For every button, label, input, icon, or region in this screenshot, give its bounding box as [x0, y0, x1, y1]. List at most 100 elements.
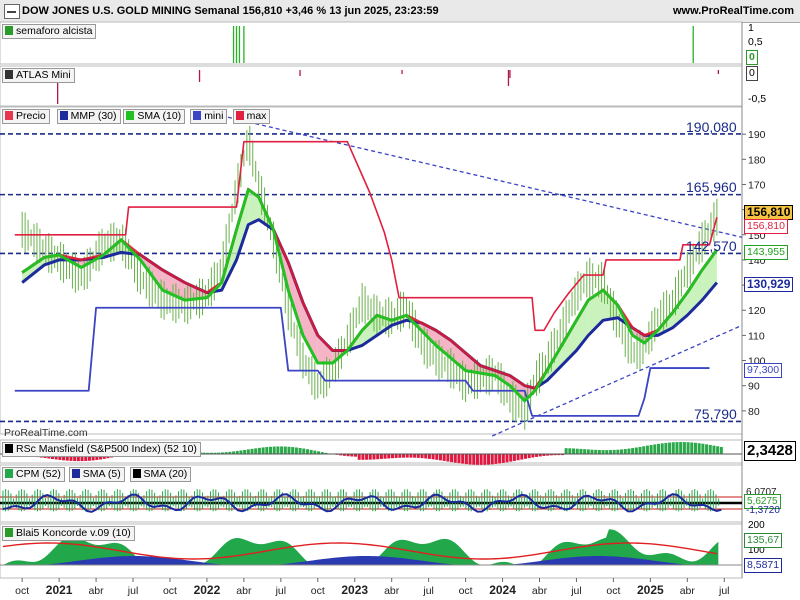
x-tick-label: oct [15, 585, 29, 597]
rsc-bar [612, 449, 616, 454]
rsc-bar [250, 448, 254, 454]
price-legend-item-0[interactable]: Precio [2, 109, 50, 124]
rsc-bar [365, 454, 369, 460]
cpm-legend-item-2[interactable]: SMA (20) [129, 467, 192, 482]
rsc-bar [575, 448, 579, 454]
rsc-bar [693, 442, 697, 454]
rsc-bar [372, 454, 376, 460]
x-tick-label: oct [311, 585, 325, 597]
rsc-bar [597, 449, 601, 454]
semaforo-label-text: semaforo alcista [16, 25, 93, 37]
legend-swatch [59, 111, 68, 120]
rsc-bar [627, 448, 631, 454]
rsc-bar [475, 454, 479, 465]
rsc-bar [527, 454, 531, 459]
rsc-bar [601, 450, 605, 454]
semaforo-badge: 0 [746, 50, 758, 65]
rsc-bar [431, 454, 435, 460]
x-tick-label: jul [422, 585, 434, 597]
rsc-bar [357, 454, 361, 460]
x-tick-label: jul [275, 585, 287, 597]
rsc-bar [269, 446, 273, 454]
level-label-142: 142,570 [686, 238, 737, 254]
rsc-bar [461, 454, 465, 464]
rsc-bar [416, 454, 420, 458]
rsc-bar [660, 443, 664, 454]
rsc-bar [305, 449, 309, 454]
x-tick-label: 2025 [637, 583, 664, 597]
x-tick-label: jul [718, 585, 730, 597]
legend-text: SMA (10) [137, 110, 182, 122]
rsc-bar [505, 454, 509, 463]
time-axis: oct 2021 abr jul oct 2022 abr jul oct 2023 abr jul o… [15, 578, 730, 597]
rsc-bar [620, 449, 624, 454]
rsc-bar [283, 446, 287, 454]
x-tick-label: oct [606, 585, 620, 597]
atlas-badge: 0 [746, 66, 758, 81]
rsc-bar [376, 454, 380, 460]
price-legend-item-4[interactable]: max [232, 109, 271, 124]
rsc-label[interactable]: RSc Mansfield (S&P500 Index) (52 10) [2, 442, 201, 457]
price-badge: 130,929 [744, 277, 794, 292]
price-badge: 156,810 [744, 219, 788, 234]
level-label-76: 75,790 [694, 406, 737, 422]
atlas-label[interactable]: ATLAS Mini [2, 68, 75, 83]
rsc-bar [657, 443, 661, 454]
legend-swatch [71, 469, 80, 478]
y-tick-label: 110 [748, 330, 765, 342]
rsc-bar [690, 442, 694, 454]
legend-text: Precio [16, 110, 46, 122]
panel-frame [0, 106, 743, 435]
rsc-bar [254, 448, 258, 454]
rsc-bar [265, 447, 269, 454]
rsc-bar [697, 443, 701, 454]
rsc-bar [398, 454, 402, 458]
rsc-bar [649, 445, 653, 454]
rsc-bar [664, 442, 668, 454]
rsc-bar [453, 454, 457, 463]
rsc-bar [298, 447, 302, 454]
koncorde-label-text: Blai5 Koncorde v.09 (10) [16, 527, 131, 539]
rsc-bar [716, 446, 720, 454]
legend-swatch [126, 111, 135, 120]
rsc-bar [294, 447, 298, 454]
rsc-bar [623, 449, 627, 454]
price-legend-item-3[interactable]: mini [190, 109, 228, 124]
rsc-bar [442, 454, 446, 461]
price-legend-item-1[interactable]: MMP (30) [56, 109, 121, 124]
rsc-bar [457, 454, 461, 464]
x-tick-label: jul [127, 585, 139, 597]
rsc-bar [261, 447, 265, 454]
semaforo-tick-1: 1 [748, 22, 754, 34]
rsc-bar [516, 454, 520, 461]
y-tick-label: 90 [748, 381, 760, 393]
rsc-bar [653, 444, 657, 454]
rsc-bar [383, 454, 387, 459]
koncorde-tick-200: 200 [748, 520, 765, 531]
legend-swatch [5, 469, 13, 478]
cpm-legend-item-1[interactable]: SMA (5) [68, 467, 125, 482]
rsc-bar [583, 449, 587, 454]
rsc-bar [483, 454, 487, 465]
rsc-bar [671, 442, 675, 454]
rsc-bar [608, 450, 612, 454]
legend-text: SMA (20) [143, 468, 188, 480]
rsc-bar [498, 454, 502, 464]
x-tick-label: abr [88, 585, 104, 597]
price-legend-item-2[interactable]: SMA (10) [123, 109, 186, 124]
koncorde-label[interactable]: Blai5 Koncorde v.09 (10) [2, 526, 135, 541]
rsc-bar [243, 449, 247, 454]
rsc-bar [679, 442, 683, 454]
atlas-tick: -0,5 [748, 93, 767, 105]
rsc-bar [435, 454, 439, 460]
rsc-bar [487, 454, 491, 465]
cpm-legend-item-0[interactable]: CPM (52) [2, 467, 65, 482]
y-tick-label: 190 [748, 129, 766, 141]
rsc-bar [427, 454, 431, 459]
rsc-bar [424, 454, 428, 459]
semaforo-label[interactable]: semaforo alcista [2, 24, 97, 39]
panel-frame [0, 65, 743, 107]
panel-frame [0, 21, 743, 65]
legend-swatch [5, 111, 13, 120]
x-tick-label: abr [532, 585, 548, 597]
